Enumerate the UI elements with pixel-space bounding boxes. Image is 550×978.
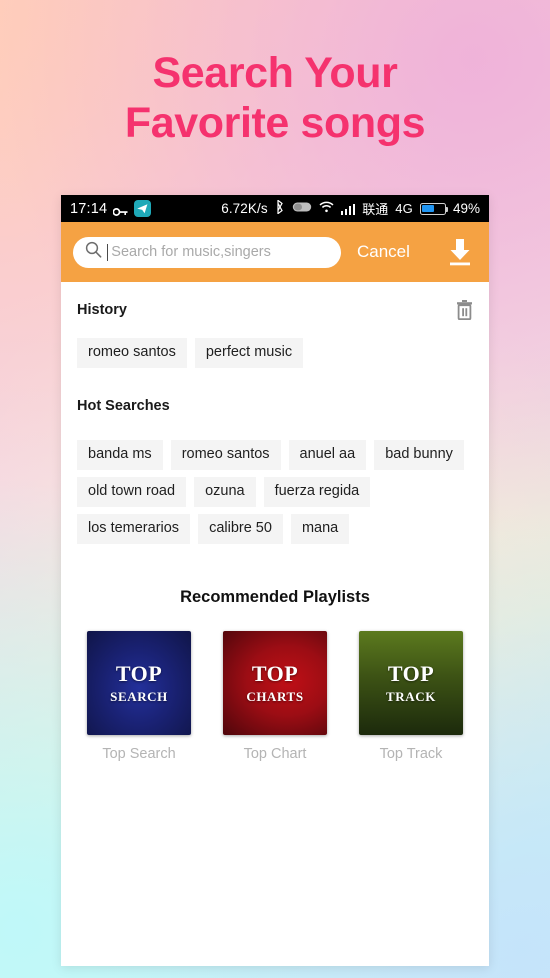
search-placeholder: Search for music,singers: [111, 244, 271, 260]
hot-searches-chip-row: banda ms romeo santos anuel aa bad bunny…: [77, 439, 473, 544]
trash-icon: [457, 300, 472, 320]
playlist-item-top-search[interactable]: TOP SEARCH Top Search: [87, 630, 191, 762]
playlist-item-top-track[interactable]: TOP TRACK Top Track: [359, 630, 463, 762]
bluetooth-icon: [275, 199, 285, 217]
hot-search-chip[interactable]: old town road: [77, 476, 187, 507]
hot-search-chip[interactable]: banda ms: [77, 439, 163, 470]
history-chip[interactable]: romeo santos: [77, 338, 187, 368]
status-bar: 17:14 6.72K/s 联通 4G 49%: [61, 195, 489, 222]
search-icon: [85, 241, 102, 263]
panel-content: History romeo santos perfect music Hot S…: [61, 282, 489, 762]
promo-heading-line-2: Favorite songs: [124, 99, 426, 147]
hot-search-chip[interactable]: bad bunny: [374, 439, 464, 470]
playlist-label: Top Search: [102, 745, 176, 762]
promo-backdrop: Search Your Favorite songs 17:14 6.72K/s…: [0, 0, 550, 978]
playlist-item-top-chart[interactable]: TOP CHARTS Top Chart: [223, 630, 327, 762]
status-time: 17:14: [70, 200, 108, 217]
hot-search-chip[interactable]: mana: [290, 513, 350, 544]
playlist-cover-top-text: TOP: [115, 660, 163, 686]
playlist-cover-sub-text: CHARTS: [246, 688, 304, 704]
playlist-cover-sub-text: TRACK: [386, 688, 436, 704]
hot-searches-section-header: Hot Searches: [77, 372, 473, 440]
playlist-cover[interactable]: TOP CHARTS: [223, 630, 327, 735]
search-bar: Search for music,singers Cancel: [61, 222, 489, 282]
playlist-label: Top Chart: [243, 745, 307, 762]
hot-search-chip[interactable]: romeo santos: [170, 439, 281, 470]
search-input[interactable]: Search for music,singers: [73, 236, 341, 268]
playlist-cover[interactable]: TOP SEARCH: [87, 630, 191, 735]
capsule-icon: [292, 201, 312, 216]
hot-search-chip[interactable]: fuerza regida: [263, 476, 371, 507]
history-section-header: History: [77, 282, 473, 338]
hot-searches-title: Hot Searches: [77, 397, 170, 414]
phone-screen-panel: 17:14 6.72K/s 联通 4G 49% Search for music…: [61, 195, 489, 966]
clear-history-button[interactable]: [456, 300, 473, 320]
battery-icon: [419, 202, 449, 215]
key-icon: [112, 204, 128, 216]
hot-search-chip[interactable]: anuel aa: [288, 439, 367, 470]
playlist-label: Top Track: [379, 745, 443, 762]
text-caret: [107, 243, 109, 261]
cancel-button[interactable]: Cancel: [357, 242, 410, 262]
telegram-icon: [134, 200, 152, 217]
playlist-cover-top-text: TOP: [251, 660, 299, 686]
playlist-cover-top-text: TOP: [387, 660, 435, 686]
network-type: 4G: [395, 201, 413, 216]
download-icon: [450, 239, 470, 266]
history-title: History: [77, 302, 127, 318]
hot-search-chip[interactable]: calibre 50: [198, 513, 283, 544]
hot-search-chip[interactable]: ozuna: [194, 476, 256, 507]
playlist-row: TOP SEARCH Top Search TOP CHARTS Top Cha…: [77, 630, 473, 762]
status-bar-left: 17:14: [70, 200, 152, 217]
battery-percent: 49%: [452, 201, 480, 216]
playlists-title: Recommended Playlists: [180, 587, 370, 606]
signal-bars-icon: [340, 203, 356, 215]
carrier-name: 联通: [362, 202, 389, 217]
wifi-icon: [319, 201, 334, 216]
playlist-cover[interactable]: TOP TRACK: [359, 630, 463, 735]
history-chip-row: romeo santos perfect music: [77, 338, 473, 368]
download-button[interactable]: [445, 236, 475, 268]
status-bar-right: 6.72K/s 联通 4G 49%: [221, 199, 480, 218]
history-chip[interactable]: perfect music: [194, 338, 304, 368]
network-speed-text: 6.72K/s: [221, 201, 268, 216]
hot-search-chip[interactable]: los temerarios: [77, 513, 191, 544]
promo-heading: Search Your Favorite songs: [0, 48, 550, 148]
playlist-cover-sub-text: SEARCH: [110, 688, 168, 704]
promo-heading-line-1: Search Your: [152, 49, 398, 97]
